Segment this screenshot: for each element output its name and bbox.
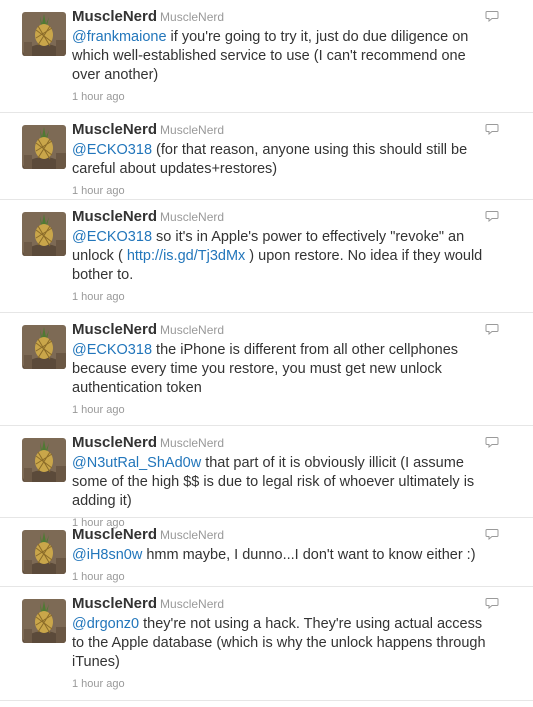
mention-link[interactable]: @iH8sn0w	[72, 547, 142, 563]
avatar[interactable]	[22, 325, 66, 369]
url-link[interactable]: http://is.gd/Tj3dMx	[127, 248, 245, 264]
mention-link[interactable]: @frankmaione	[72, 29, 167, 45]
user-handle[interactable]: MuscleNerd	[160, 528, 224, 542]
tweet-text: @drgonz0 they're not using a hack. They'…	[72, 615, 493, 672]
mention-link[interactable]: @N3utRal_ShAd0w	[72, 455, 201, 471]
tweet-text: @ECKO318 so it's in Apple's power to eff…	[72, 228, 493, 285]
avatar[interactable]	[22, 125, 66, 169]
user-handle[interactable]: MuscleNerd	[160, 210, 224, 224]
tweet: MuscleNerd MuscleNerd @ECKO318 (for that …	[0, 113, 533, 200]
tweet: MuscleNerd MuscleNerd @iH8sn0w hmm maybe,…	[0, 518, 533, 587]
timestamp[interactable]: 1 hour ago	[72, 676, 493, 692]
reply-icon[interactable]	[485, 436, 499, 448]
user-handle[interactable]: MuscleNerd	[160, 323, 224, 337]
tweet-header: MuscleNerd MuscleNerd	[72, 594, 493, 614]
tweet-text: @frankmaione if you're going to try it, …	[72, 28, 493, 85]
tweet-header: MuscleNerd MuscleNerd	[72, 7, 493, 27]
tweet: MuscleNerd MuscleNerd @drgonz0 they're no…	[0, 587, 533, 701]
tweet-header: MuscleNerd MuscleNerd	[72, 320, 493, 340]
user-name[interactable]: MuscleNerd	[72, 526, 157, 543]
reply-icon[interactable]	[485, 123, 499, 135]
user-handle[interactable]: MuscleNerd	[160, 123, 224, 137]
user-handle[interactable]: MuscleNerd	[160, 436, 224, 450]
avatar[interactable]	[22, 212, 66, 256]
timestamp[interactable]: 1 hour ago	[72, 183, 493, 199]
timestamp[interactable]: 1 hour ago	[72, 569, 493, 585]
timestamp[interactable]: 1 hour ago	[72, 289, 493, 305]
user-handle[interactable]: MuscleNerd	[160, 10, 224, 24]
mention-link[interactable]: @ECKO318	[72, 342, 152, 358]
user-name[interactable]: MuscleNerd	[72, 8, 157, 25]
user-handle[interactable]: MuscleNerd	[160, 597, 224, 611]
reply-icon[interactable]	[485, 210, 499, 222]
tweet: MuscleNerd MuscleNerd @frankmaione if you…	[0, 0, 533, 113]
tweet-text-segment: hmm maybe, I dunno...I don't want to kno…	[142, 547, 476, 563]
reply-icon[interactable]	[485, 323, 499, 335]
user-name[interactable]: MuscleNerd	[72, 121, 157, 138]
tweet: MuscleNerd MuscleNerd @ECKO318 the iPhone…	[0, 313, 533, 426]
tweet-header: MuscleNerd MuscleNerd	[72, 207, 493, 227]
timestamp[interactable]: 1 hour ago	[72, 402, 493, 418]
tweet-header: MuscleNerd MuscleNerd	[72, 120, 493, 140]
reply-icon[interactable]	[485, 597, 499, 609]
avatar[interactable]	[22, 599, 66, 643]
tweet: MuscleNerd MuscleNerd @N3utRal_ShAd0w tha…	[0, 426, 533, 529]
tweet-text: @ECKO318 the iPhone is different from al…	[72, 341, 493, 398]
tweet-header: MuscleNerd MuscleNerd	[72, 525, 493, 545]
tweet-text: @iH8sn0w hmm maybe, I dunno...I don't wa…	[72, 546, 493, 565]
user-name[interactable]: MuscleNerd	[72, 595, 157, 612]
mention-link[interactable]: @ECKO318	[72, 142, 152, 158]
mention-link[interactable]: @ECKO318	[72, 229, 152, 245]
tweet-feed: MuscleNerd MuscleNerd @frankmaione if you…	[0, 0, 533, 701]
tweet-text: @ECKO318 (for that reason, anyone using …	[72, 141, 493, 179]
avatar[interactable]	[22, 438, 66, 482]
reply-icon[interactable]	[485, 528, 499, 540]
mention-link[interactable]: @drgonz0	[72, 616, 139, 632]
timestamp[interactable]: 1 hour ago	[72, 89, 493, 105]
user-name[interactable]: MuscleNerd	[72, 434, 157, 451]
tweet-header: MuscleNerd MuscleNerd	[72, 433, 493, 453]
user-name[interactable]: MuscleNerd	[72, 208, 157, 225]
reply-icon[interactable]	[485, 10, 499, 22]
tweet: MuscleNerd MuscleNerd @ECKO318 so it's in…	[0, 200, 533, 313]
tweet-text: @N3utRal_ShAd0w that part of it is obvio…	[72, 454, 493, 511]
avatar[interactable]	[22, 12, 66, 56]
avatar[interactable]	[22, 530, 66, 574]
user-name[interactable]: MuscleNerd	[72, 321, 157, 338]
